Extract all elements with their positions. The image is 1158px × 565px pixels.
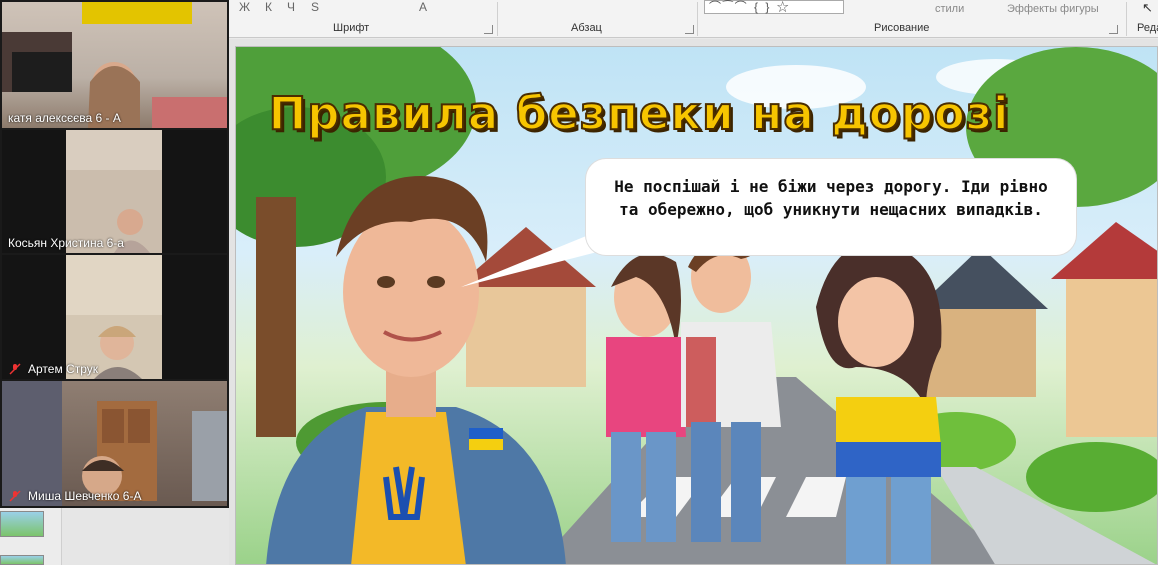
shapes-gallery[interactable]: ⌒⁀⌒ { } ☆ — [704, 0, 844, 14]
ribbon-divider — [1126, 2, 1127, 36]
italic-glyph-button[interactable]: К — [265, 0, 272, 14]
participant-name: Артем Струк — [28, 362, 98, 376]
underline-glyph-button[interactable]: Ч — [287, 0, 295, 14]
slide-thumbnails-pane — [0, 508, 62, 565]
ribbon-group-editing-label: Реда — [1137, 22, 1158, 34]
mic-muted-icon — [9, 363, 21, 375]
participant-name: Косьян Христина 6-а — [8, 236, 124, 250]
participant-video — [2, 381, 227, 506]
strikethrough-glyph-button[interactable]: S — [311, 0, 319, 14]
participant-video — [66, 255, 162, 379]
ribbon-group-font-label: Шрифт — [333, 22, 370, 34]
ribbon-divider — [497, 2, 498, 36]
ribbon: Ж К Ч S A Шрифт Абзац ⌒⁀⌒ { } ☆ стили Эф… — [229, 0, 1158, 38]
slide-thumbnail[interactable] — [0, 511, 44, 537]
speech-bubble[interactable]: Не поспішай і не біжи через дорогу. Іди … — [586, 159, 1076, 255]
slide-thumbnail[interactable] — [0, 555, 44, 565]
participant-tile[interactable]: катя алексєєва 6 - А — [2, 2, 227, 128]
shape-effects-button[interactable]: Эффекты фигуры — [1007, 3, 1099, 15]
drawing-dialog-launcher-icon[interactable] — [1109, 25, 1118, 34]
participant-tile[interactable]: Миша Шевченко 6-А — [2, 381, 227, 506]
participant-video — [66, 130, 162, 253]
ukraine-flag-icon — [469, 428, 503, 450]
bold-glyph-button[interactable]: Ж — [239, 0, 250, 14]
paragraph-dialog-launcher-icon[interactable] — [685, 25, 694, 34]
ribbon-group-paragraph-label: Абзац — [571, 22, 602, 34]
participant-name: Миша Шевченко 6-А — [28, 489, 142, 503]
participant-tile[interactable]: Артем Струк — [2, 255, 227, 379]
shape-styles-label[interactable]: стили — [935, 3, 964, 15]
select-cursor-icon[interactable]: ↖ — [1142, 0, 1153, 16]
mic-muted-icon — [9, 490, 21, 502]
ribbon-divider — [697, 2, 698, 36]
font-color-button[interactable]: A — [419, 0, 427, 14]
font-dialog-launcher-icon[interactable] — [484, 25, 493, 34]
slide-canvas[interactable]: Правила безпеки на дорозі Не поспішай і … — [235, 46, 1158, 565]
participant-tile[interactable]: Косьян Христина 6-а — [2, 130, 227, 253]
participant-name: катя алексєєва 6 - А — [8, 111, 121, 125]
speech-bubble-text: Не поспішай і не біжи через дорогу. Іди … — [614, 177, 1048, 219]
slide-title[interactable]: Правила безпеки на дорозі — [236, 86, 1042, 141]
participant-video — [2, 2, 227, 128]
ribbon-group-drawing-label: Рисование — [874, 22, 930, 34]
participants-panel: катя алексєєва 6 - А Косьян Христина 6-а… — [0, 0, 229, 508]
